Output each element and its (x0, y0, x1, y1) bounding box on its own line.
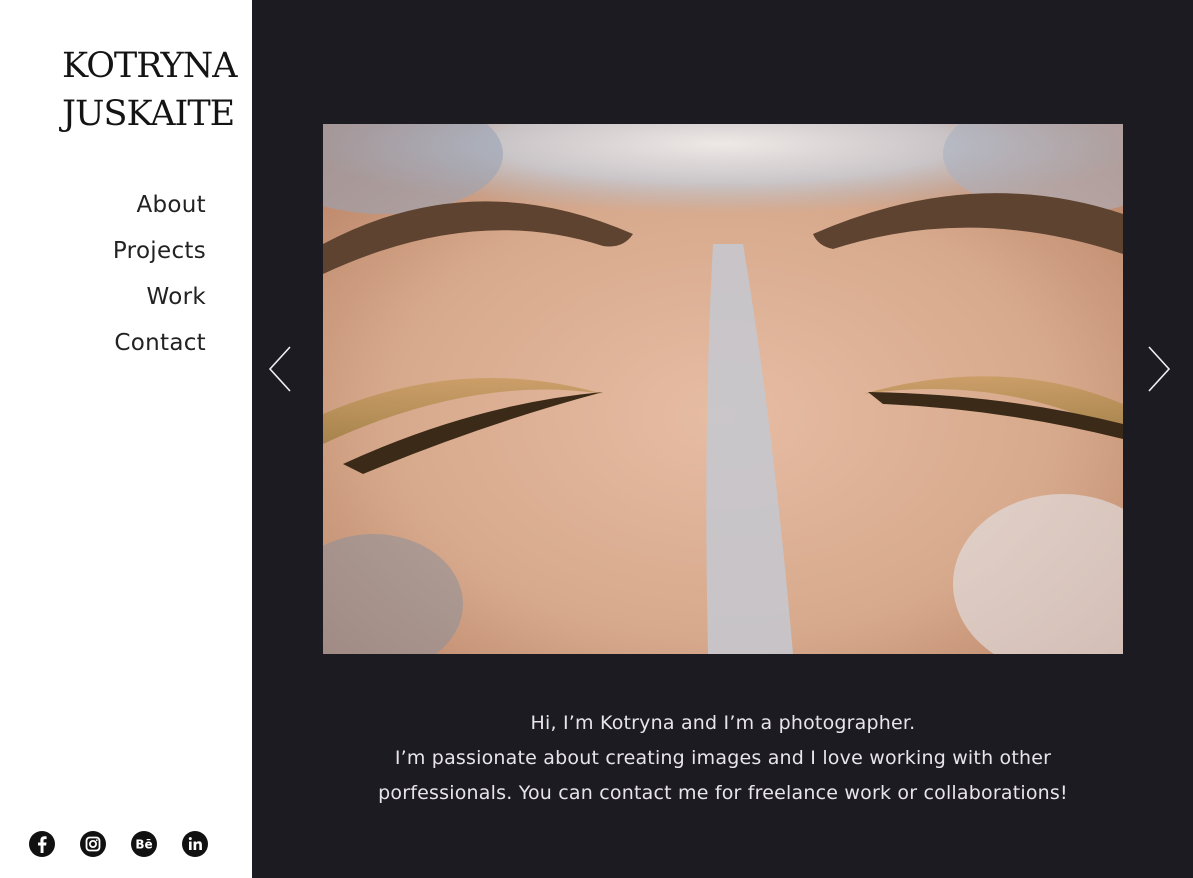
social-links: Bē (28, 830, 209, 858)
nav-link-contact[interactable]: Contact (113, 320, 206, 366)
main-content: Hi, I’m Kotryna and I’m a photographer. … (252, 0, 1193, 878)
chevron-right-icon[interactable] (1142, 344, 1172, 394)
intro-line-1: Hi, I’m Kotryna and I’m a photographer. (530, 712, 916, 734)
site-title-line-2: JUSKAITE (62, 94, 235, 134)
nav-link-work[interactable]: Work (113, 274, 206, 320)
instagram-icon[interactable] (79, 830, 107, 858)
intro-line-2: I’m passionate about creating images and… (394, 747, 1052, 769)
hero-photo (323, 124, 1123, 654)
chevron-left-icon[interactable] (267, 344, 297, 394)
nav-link-projects[interactable]: Projects (113, 228, 206, 274)
intro-line-3: porfessionals. You can contact me for fr… (378, 782, 1068, 804)
nav-link-about[interactable]: About (113, 182, 206, 228)
facebook-icon[interactable] (28, 830, 56, 858)
intro-text: Hi, I’m Kotryna and I’m a photographer. … (323, 706, 1123, 811)
svg-text:Bē: Bē (135, 838, 152, 852)
linkedin-icon[interactable] (181, 830, 209, 858)
main-navigation: About Projects Work Contact (113, 182, 206, 366)
site-title-line-1: KOTRYNA (62, 46, 238, 86)
sidebar: KOTRYNA JUSKAITE About Projects Work Con… (0, 0, 252, 878)
site-title[interactable]: KOTRYNA JUSKAITE (12, 42, 238, 138)
behance-icon[interactable]: Bē (130, 830, 158, 858)
